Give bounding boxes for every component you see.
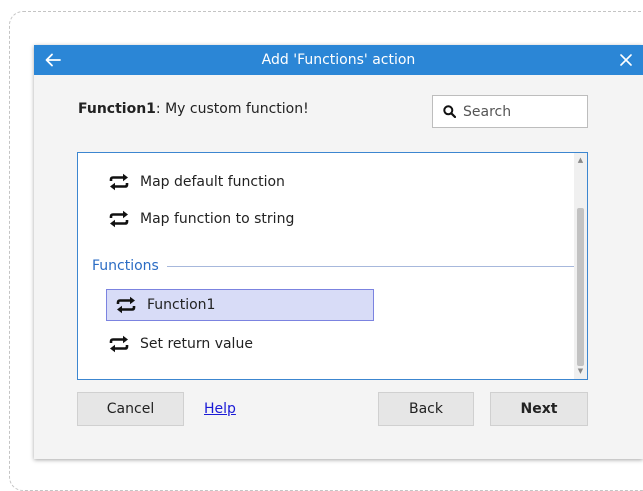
search-icon — [443, 105, 456, 118]
list-item[interactable]: Map function to string — [108, 203, 294, 235]
scroll-up-arrow[interactable]: ▲ — [577, 157, 584, 164]
cancel-button[interactable]: Cancel — [77, 392, 184, 426]
arrow-left-icon — [45, 53, 61, 67]
list-item-label: Function1 — [147, 297, 216, 313]
back-arrow-button[interactable] — [40, 47, 66, 73]
repeat-icon — [108, 209, 132, 229]
search-box[interactable] — [432, 95, 588, 128]
repeat-icon — [108, 334, 132, 354]
dialog-title: Add 'Functions' action — [261, 52, 416, 68]
function-name: Function1 — [78, 101, 156, 117]
list-item[interactable]: Map default function — [108, 166, 285, 198]
list-item-selected[interactable]: Function1 — [106, 289, 374, 321]
search-input[interactable] — [461, 102, 571, 121]
back-button[interactable]: Back — [378, 392, 474, 426]
action-list[interactable]: Map default function Map function to str… — [77, 152, 588, 380]
close-button[interactable] — [613, 47, 639, 73]
list-item-label: Map function to string — [140, 211, 295, 227]
repeat-icon — [115, 295, 139, 315]
scrollbar-thumb[interactable] — [577, 208, 584, 366]
list-item-label: Set return value — [140, 336, 253, 352]
vertical-scrollbar[interactable]: ▲ ▼ — [574, 153, 587, 379]
list-item[interactable]: Set return value — [108, 328, 253, 360]
group-divider — [166, 265, 575, 267]
add-action-dialog: Add 'Functions' action Function1: My cus… — [34, 45, 643, 459]
list-item-label: Map default function — [140, 174, 285, 190]
help-link[interactable]: Help — [204, 401, 236, 417]
partially-hidden-item — [112, 153, 232, 156]
next-button[interactable]: Next — [490, 392, 588, 426]
group-label: Functions — [92, 258, 159, 274]
close-icon — [620, 54, 632, 66]
repeat-icon — [108, 172, 132, 192]
function-description: Function1: My custom function! — [78, 101, 309, 117]
group-header-functions: Functions — [92, 256, 575, 276]
title-bar: Add 'Functions' action — [34, 45, 643, 75]
function-description-text: : My custom function! — [155, 101, 309, 117]
scroll-down-arrow[interactable]: ▼ — [577, 368, 584, 375]
